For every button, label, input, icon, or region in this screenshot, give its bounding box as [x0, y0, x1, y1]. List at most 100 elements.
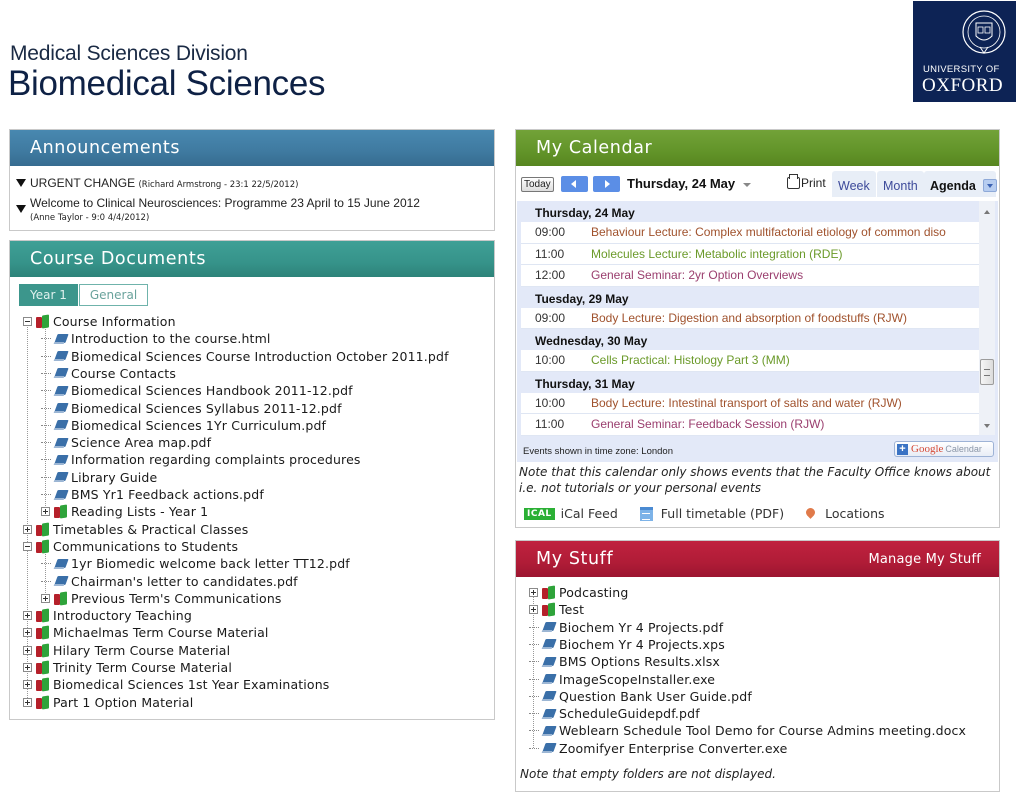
tree-file[interactable]: Biochem Yr 4 Projects.pdf [529, 619, 723, 636]
tree-folder[interactable]: Test [529, 601, 584, 618]
event-title[interactable]: Behaviour Lecture: Complex multifactoria… [577, 225, 946, 239]
expand-icon[interactable] [23, 697, 32, 707]
tree-item-label[interactable]: Trinity Term Course Material [53, 660, 232, 675]
ical-feed-link[interactable]: ICAL iCal Feed [524, 506, 618, 521]
expand-icon[interactable] [41, 593, 50, 603]
tree-file[interactable]: Course Contacts [41, 365, 176, 382]
agenda-event[interactable]: 12:00 General Seminar: 2yr Option Overvie… [521, 265, 979, 287]
collapse-icon[interactable] [23, 317, 32, 326]
tab-week[interactable]: Week [832, 171, 876, 197]
tab-month[interactable]: Month [877, 171, 924, 197]
tree-item-label[interactable]: Biochem Yr 4 Projects.xps [559, 637, 725, 652]
tree-folder[interactable]: Introductory Teaching [23, 607, 192, 624]
tree-folder[interactable]: Hilary Term Course Material [23, 642, 230, 659]
tree-item-label[interactable]: Information regarding complaints procedu… [71, 452, 361, 467]
tree-item-label[interactable]: Course Contacts [71, 366, 176, 381]
tree-file[interactable]: Information regarding complaints procedu… [41, 451, 361, 468]
expand-icon[interactable] [23, 680, 32, 690]
tree-item-label[interactable]: Michaelmas Term Course Material [53, 625, 269, 640]
tree-file[interactable]: Science Area map.pdf [41, 434, 211, 451]
expand-icon[interactable] [23, 663, 32, 672]
tree-file[interactable]: Library Guide [41, 469, 157, 486]
tree-folder[interactable]: Trinity Term Course Material [23, 659, 232, 676]
expand-icon[interactable] [23, 628, 32, 638]
expand-icon[interactable] [23, 645, 32, 655]
tree-file[interactable]: Zoomifyer Enterprise Converter.exe [529, 740, 788, 757]
agenda-event[interactable]: 11:00 General Seminar: Feedback Session (… [521, 414, 979, 436]
announcement-title[interactable]: URGENT CHANGE [30, 176, 135, 190]
tree-item-label[interactable]: Part 1 Option Material [53, 695, 193, 710]
tree-item-label[interactable]: Timetables & Practical Classes [53, 522, 248, 537]
tree-item-label[interactable]: 1yr Biomedic welcome back letter TT12.pd… [71, 556, 350, 571]
tree-item-label[interactable]: BMS Yr1 Feedback actions.pdf [71, 487, 264, 502]
event-title[interactable]: Body Lecture: Digestion and absorption o… [577, 311, 907, 325]
event-title[interactable]: Body Lecture: Intestinal transport of sa… [577, 396, 902, 410]
tree-item-label[interactable]: Hilary Term Course Material [53, 643, 230, 658]
tree-file[interactable]: 1yr Biomedic welcome back letter TT12.pd… [41, 555, 350, 572]
date-dropdown-icon[interactable] [743, 183, 751, 187]
agenda-event[interactable]: 10:00 Body Lecture: Intestinal transport … [521, 392, 979, 414]
event-title[interactable]: Molecules Lecture: Metabolic integration… [577, 247, 842, 261]
collapse-icon[interactable] [23, 541, 32, 551]
tree-file[interactable]: Biomedical Sciences Handbook 2011-12.pdf [41, 382, 353, 399]
tree-folder[interactable]: Course Information [23, 313, 176, 330]
tree-item-label[interactable]: Previous Term's Communications [71, 591, 282, 606]
tree-item-label[interactable]: Biomedical Sciences Course Introduction … [71, 349, 449, 364]
scroll-down-icon[interactable] [984, 424, 990, 428]
event-title[interactable]: Cells Practical: Histology Part 3 (MM) [577, 353, 790, 367]
tree-item-label[interactable]: Course Information [53, 314, 176, 329]
tree-item-label[interactable]: Biomedical Sciences Handbook 2011-12.pdf [71, 383, 353, 398]
locations-link[interactable]: Locations [804, 506, 885, 521]
expand-icon[interactable] [23, 524, 32, 534]
add-google-calendar-button[interactable]: + Google Calendar [894, 441, 994, 457]
tree-item-label[interactable]: Podcasting [559, 585, 628, 600]
tree-folder[interactable]: Biomedical Sciences 1st Year Examination… [23, 676, 329, 693]
tree-file[interactable]: Question Bank User Guide.pdf [529, 688, 752, 705]
tree-file[interactable]: Weblearn Schedule Tool Demo for Course A… [529, 722, 966, 739]
scroll-thumb[interactable] [980, 359, 994, 385]
tree-file[interactable]: BMS Yr1 Feedback actions.pdf [41, 486, 264, 503]
tab-general[interactable]: General [78, 284, 149, 306]
announcement-item[interactable]: URGENT CHANGE (Richard Armstrong - 23:1 … [10, 176, 494, 190]
agenda-scrollbar[interactable] [979, 201, 995, 435]
event-title[interactable]: General Seminar: Feedback Session (RJW) [577, 417, 824, 431]
expand-icon[interactable] [529, 588, 538, 597]
agenda-event[interactable]: 10:00 Cells Practical: Histology Part 3 (… [521, 350, 979, 372]
tree-item-label[interactable]: Communications to Students [53, 539, 238, 554]
next-button[interactable] [593, 176, 620, 192]
tree-folder[interactable]: Previous Term's Communications [41, 590, 282, 607]
previous-button[interactable] [561, 176, 588, 192]
collapse-triangle-icon[interactable] [16, 179, 26, 187]
current-date[interactable]: Thursday, 24 May [627, 176, 735, 191]
tree-item-label[interactable]: Science Area map.pdf [71, 435, 211, 450]
view-dropdown-icon[interactable] [983, 179, 997, 192]
agenda-event[interactable]: 11:00 Molecules Lecture: Metabolic integr… [521, 243, 979, 265]
announcement-item[interactable]: Welcome to Clinical Neurosciences: Progr… [10, 197, 494, 225]
tree-file[interactable]: Biomedical Sciences 1Yr Curriculum.pdf [41, 417, 326, 434]
announcement-title[interactable]: Welcome to Clinical Neurosciences: Progr… [30, 196, 420, 210]
tree-item-label[interactable]: Library Guide [71, 470, 157, 485]
tree-item-label[interactable]: Biomedical Sciences Syllabus 2011-12.pdf [71, 401, 342, 416]
tree-folder[interactable]: Part 1 Option Material [23, 694, 193, 711]
tree-file[interactable]: ImageScopeInstaller.exe [529, 671, 715, 688]
tree-item-label[interactable]: Biochem Yr 4 Projects.pdf [559, 620, 723, 635]
tree-folder[interactable]: Communications to Students [23, 538, 238, 555]
tree-item-label[interactable]: Reading Lists - Year 1 [71, 504, 208, 519]
tree-file[interactable]: Chairman's letter to candidates.pdf [41, 573, 298, 590]
tree-folder[interactable]: Podcasting [529, 584, 628, 601]
tree-item-label[interactable]: Biomedical Sciences 1Yr Curriculum.pdf [71, 418, 326, 433]
tree-file[interactable]: BMS Options Results.xlsx [529, 653, 720, 670]
oxford-logo[interactable]: UNIVERSITY OF OXFORD [913, 1, 1016, 102]
tree-item-label[interactable]: Introduction to the course.html [71, 331, 271, 346]
tree-item-label[interactable]: ImageScopeInstaller.exe [559, 672, 715, 687]
tree-item-label[interactable]: Introductory Teaching [53, 608, 192, 623]
tree-file[interactable]: Biomedical Sciences Syllabus 2011-12.pdf [41, 400, 342, 417]
event-title[interactable]: General Seminar: 2yr Option Overviews [577, 268, 803, 282]
tree-item-label[interactable]: ScheduleGuidepdf.pdf [559, 706, 700, 721]
agenda-event[interactable]: 09:00 Body Lecture: Digestion and absorpt… [521, 307, 979, 329]
manage-my-stuff-link[interactable]: Manage My Stuff [868, 552, 981, 567]
collapse-triangle-icon[interactable] [16, 205, 26, 213]
today-button[interactable]: Today [521, 177, 554, 192]
tree-item-label[interactable]: Chairman's letter to candidates.pdf [71, 574, 298, 589]
tree-file[interactable]: Biomedical Sciences Course Introduction … [41, 348, 449, 365]
